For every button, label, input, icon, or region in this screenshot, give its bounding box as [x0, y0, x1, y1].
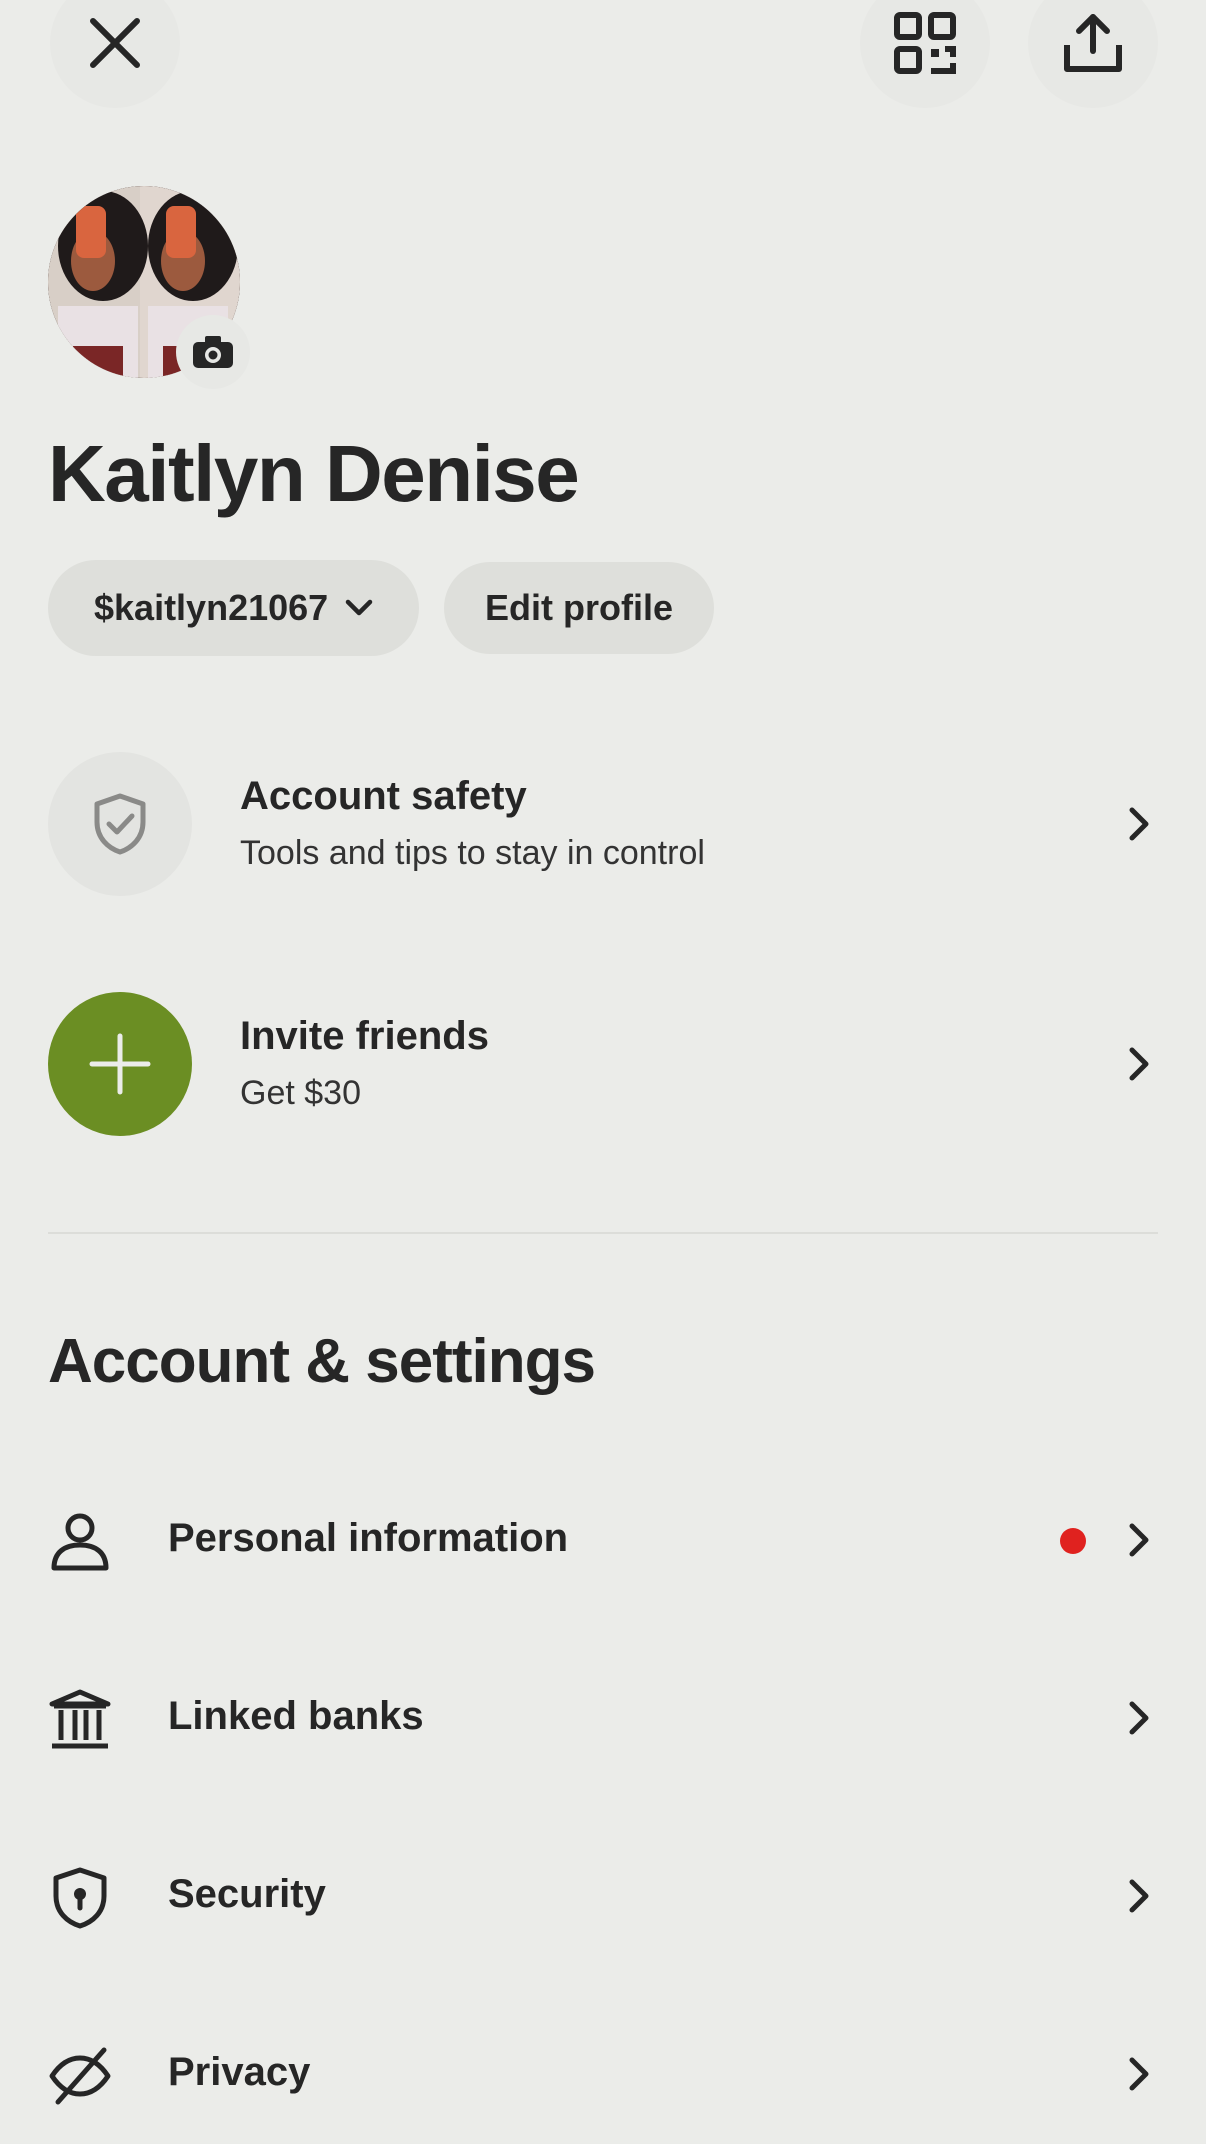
- settings-item-label: Privacy: [168, 2050, 311, 2094]
- edit-profile-label: Edit profile: [485, 587, 673, 628]
- person-icon: [51, 1513, 109, 1571]
- cashtag-label: $kaitlyn21067: [94, 587, 329, 628]
- profile-name: Kaitlyn Denise: [48, 429, 580, 518]
- alert-dot: [1060, 1528, 1086, 1554]
- share-button[interactable]: [1028, 0, 1158, 108]
- settings-item-privacy[interactable]: Privacy: [48, 2014, 1158, 2134]
- chevron-right-icon: [1129, 1701, 1149, 1735]
- settings-item-label: Personal information: [168, 1516, 569, 1560]
- close-icon: [90, 18, 140, 68]
- settings-item-personal-information[interactable]: Personal information: [48, 1480, 1158, 1600]
- settings-item-linked-banks[interactable]: Linked banks: [48, 1658, 1158, 1778]
- invite-friends-subtitle: Get $30: [240, 1074, 361, 1112]
- qr-code-button[interactable]: [860, 0, 990, 108]
- plus-icon: [89, 1033, 151, 1095]
- settings-item-security[interactable]: Security: [48, 1836, 1158, 1956]
- section-title: Account & settings: [48, 1327, 596, 1396]
- chevron-right-icon: [1129, 2057, 1149, 2091]
- share-icon: [1064, 14, 1122, 72]
- qr-code-icon: [894, 12, 956, 74]
- account-safety-row[interactable]: Account safety Tools and tips to stay in…: [48, 752, 1158, 898]
- invite-friends-row[interactable]: Invite friends Get $30: [48, 992, 1158, 1138]
- invite-friends-title: Invite friends: [240, 1014, 489, 1058]
- account-safety-title: Account safety: [240, 774, 527, 818]
- account-safety-subtitle: Tools and tips to stay in control: [240, 834, 705, 872]
- chevron-right-icon: [1129, 1523, 1149, 1557]
- account-safety-icon-wrap: [48, 752, 192, 896]
- cashtag-dropdown[interactable]: $kaitlyn21067: [48, 560, 419, 656]
- bank-icon: [49, 1689, 111, 1749]
- change-photo-button[interactable]: [176, 315, 250, 389]
- chevron-right-icon: [1129, 1047, 1149, 1081]
- invite-friends-icon-wrap: [48, 992, 192, 1136]
- chevron-down-icon: [345, 599, 373, 616]
- shield-check-icon: [94, 793, 146, 855]
- edit-profile-button[interactable]: Edit profile: [444, 562, 714, 654]
- divider: [48, 1232, 1158, 1234]
- chevron-right-icon: [1129, 807, 1149, 841]
- close-button[interactable]: [50, 0, 180, 108]
- camera-icon: [193, 336, 233, 368]
- settings-item-label: Linked banks: [168, 1694, 424, 1738]
- eye-slash-icon: [49, 2047, 111, 2105]
- settings-item-label: Security: [168, 1872, 326, 1916]
- shield-lock-icon: [53, 1867, 107, 1929]
- chevron-right-icon: [1129, 1879, 1149, 1913]
